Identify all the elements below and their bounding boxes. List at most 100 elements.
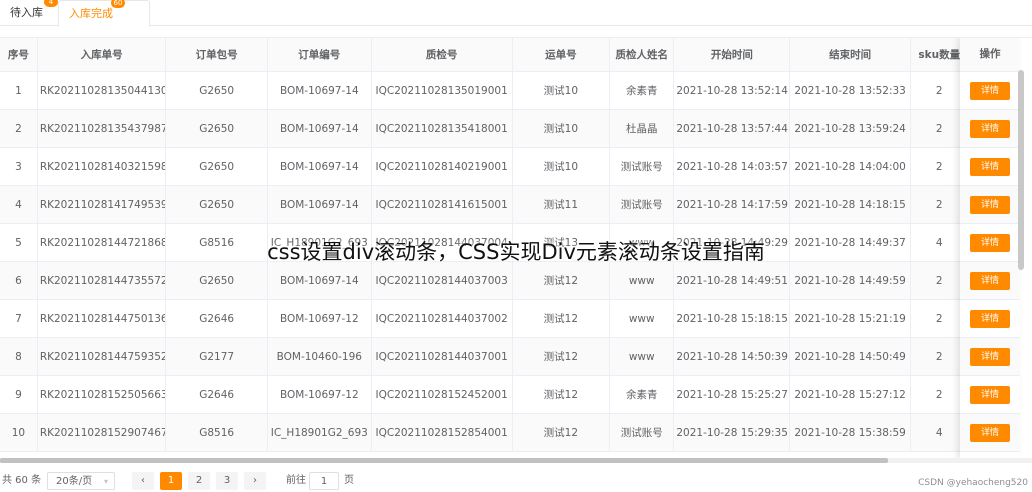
column-header: 结束时间 xyxy=(789,38,911,72)
table-cell: 2 xyxy=(0,109,38,148)
table-cell: G2646 xyxy=(165,299,268,338)
operation-cell: 详情 xyxy=(960,414,1020,452)
table-cell: IQC20211028144037002 xyxy=(371,299,513,338)
detail-button[interactable]: 详情 xyxy=(970,385,1010,404)
table-cell: 7 xyxy=(0,299,38,338)
detail-button[interactable]: 详情 xyxy=(970,157,1010,176)
table-cell: 测试10 xyxy=(512,147,611,186)
detail-button[interactable]: 详情 xyxy=(970,119,1010,138)
table-cell: BOM-10697-14 xyxy=(267,71,372,110)
jump-unit: 页 xyxy=(344,475,354,486)
page-3-button[interactable]: 3 xyxy=(216,472,238,490)
tab-label: 入库完成 xyxy=(69,7,113,20)
table-cell: 2021-10-28 15:25:27 xyxy=(673,375,791,414)
pagination: 共 60 条 20条/页 ▾ ‹ 1 2 3 › 前往 1 页 xyxy=(0,472,1032,492)
column-header: 运单号 xyxy=(512,38,611,72)
table-cell: www xyxy=(609,299,675,338)
table-cell: G2650 xyxy=(165,109,268,148)
prev-page-button[interactable]: ‹ xyxy=(132,472,154,490)
table-cell: 测试10 xyxy=(512,71,611,110)
table-cell: 2021-10-28 13:52:14 xyxy=(673,71,791,110)
table-cell: 2021-10-28 14:18:15 xyxy=(789,185,911,224)
operation-cell: 详情 xyxy=(960,300,1020,338)
table-cell: 2021-10-28 13:57:44 xyxy=(673,109,791,148)
count-badge: 4 xyxy=(44,0,58,7)
table-cell: G2650 xyxy=(165,71,268,110)
table-cell: IQC20211028152854001 xyxy=(371,413,513,452)
table-cell: RK20211028144750136 xyxy=(37,299,167,338)
horizontal-scroll-thumb[interactable] xyxy=(0,458,888,463)
table-cell: BOM-10697-14 xyxy=(267,109,372,148)
jump-label: 前往 xyxy=(286,475,306,486)
tab-label: 待入库 xyxy=(10,6,43,19)
table-cell: G2646 xyxy=(165,375,268,414)
table-cell: 测试10 xyxy=(512,109,611,148)
table-cell: BOM-10697-14 xyxy=(267,147,372,186)
table-row: 6 RK20211028144735572 G2650 BOM-10697-14 IQC… xyxy=(0,261,1001,300)
chevron-down-icon: ▾ xyxy=(103,477,108,486)
overlay-title: css设置div滚动条，CSS实现Div元素滚动条设置指南 xyxy=(267,240,765,264)
detail-button[interactable]: 详情 xyxy=(970,309,1010,328)
page-2-button[interactable]: 2 xyxy=(188,472,210,490)
table-cell: 2021-10-28 15:18:15 xyxy=(673,299,791,338)
table-cell: IC_H18901G2_693 xyxy=(267,413,372,452)
table-cell: G2650 xyxy=(165,185,268,224)
operation-cell: 详情 xyxy=(960,148,1020,186)
table-cell: 4 xyxy=(0,185,38,224)
jump-page-input[interactable]: 1 xyxy=(309,472,339,490)
count-badge: 60 xyxy=(111,0,125,8)
detail-button[interactable]: 详情 xyxy=(970,271,1010,290)
horizontal-scrollbar[interactable] xyxy=(0,458,1032,463)
operation-cell: 详情 xyxy=(960,338,1020,376)
page-size-select[interactable]: 20条/页 ▾ xyxy=(47,472,115,490)
page-size-value: 20条/页 xyxy=(56,476,93,487)
table-cell: 9 xyxy=(0,375,38,414)
table-cell: 测试账号 xyxy=(609,413,675,452)
column-header: 序号 xyxy=(0,38,38,72)
tab-bar: 待入库 4 入库完成 60 xyxy=(0,0,1032,27)
column-header: 订单包号 xyxy=(165,38,268,72)
table-cell: www xyxy=(609,337,675,376)
table-cell: BOM-10697-14 xyxy=(267,261,372,300)
next-page-button[interactable]: › xyxy=(244,472,266,490)
detail-button[interactable]: 详情 xyxy=(970,195,1010,214)
table-cell: 测试12 xyxy=(512,337,611,376)
table-cell: 杜晶晶 xyxy=(609,109,675,148)
column-header: 质检号 xyxy=(371,38,513,72)
operation-cell: 详情 xyxy=(960,186,1020,224)
table-row: 7 RK20211028144750136 G2646 BOM-10697-12 IQC… xyxy=(0,299,1001,338)
table-row: 8 RK20211028144759352 G2177 BOM-10460-196 IQ… xyxy=(0,337,1001,376)
table-cell: G2650 xyxy=(165,147,268,186)
detail-button[interactable]: 详情 xyxy=(970,81,1010,100)
table-cell: RK20211028152907467 xyxy=(37,413,167,452)
table-cell: 测试12 xyxy=(512,299,611,338)
table-cell: 2021-10-28 13:52:33 xyxy=(789,71,911,110)
detail-button[interactable]: 详情 xyxy=(970,347,1010,366)
table-cell: BOM-10697-14 xyxy=(267,185,372,224)
table-cell: RK20211028144759352 xyxy=(37,337,167,376)
table-cell: BOM-10460-196 xyxy=(267,337,372,376)
table-cell: 余素青 xyxy=(609,71,675,110)
table-cell: G2650 xyxy=(165,261,268,300)
table-cell: 2021-10-28 15:27:12 xyxy=(789,375,911,414)
table-cell: BOM-10697-12 xyxy=(267,299,372,338)
table-cell: 2021-10-28 14:50:49 xyxy=(789,337,911,376)
table-cell: 2021-10-28 14:04:00 xyxy=(789,147,911,186)
column-header: 订单编号 xyxy=(267,38,372,72)
table-cell: 2021-10-28 14:49:59 xyxy=(789,261,911,300)
operation-cell: 详情 xyxy=(960,262,1020,300)
table-row: 10 RK20211028152907467 G8516 IC_H18901G2_69… xyxy=(0,413,1001,452)
watermark: CSDN @yehaocheng520 xyxy=(918,478,1028,488)
page-1-button[interactable]: 1 xyxy=(160,472,182,490)
column-header: 开始时间 xyxy=(673,38,791,72)
table-cell: IQC20211028135019001 xyxy=(371,71,513,110)
table-cell: RK20211028152505663 xyxy=(37,375,167,414)
table-cell: 8 xyxy=(0,337,38,376)
table-cell: 测试账号 xyxy=(609,185,675,224)
table-cell: BOM-10697-12 xyxy=(267,375,372,414)
column-header: 质检人姓名 xyxy=(609,38,675,72)
detail-button[interactable]: 详情 xyxy=(970,423,1010,442)
column-header: 入库单号 xyxy=(37,38,167,72)
tab-storage-complete[interactable]: 入库完成 60 xyxy=(58,0,150,27)
table-row: 1 RK20211028135044130 G2650 BOM-10697-14 IQC… xyxy=(0,71,1001,110)
